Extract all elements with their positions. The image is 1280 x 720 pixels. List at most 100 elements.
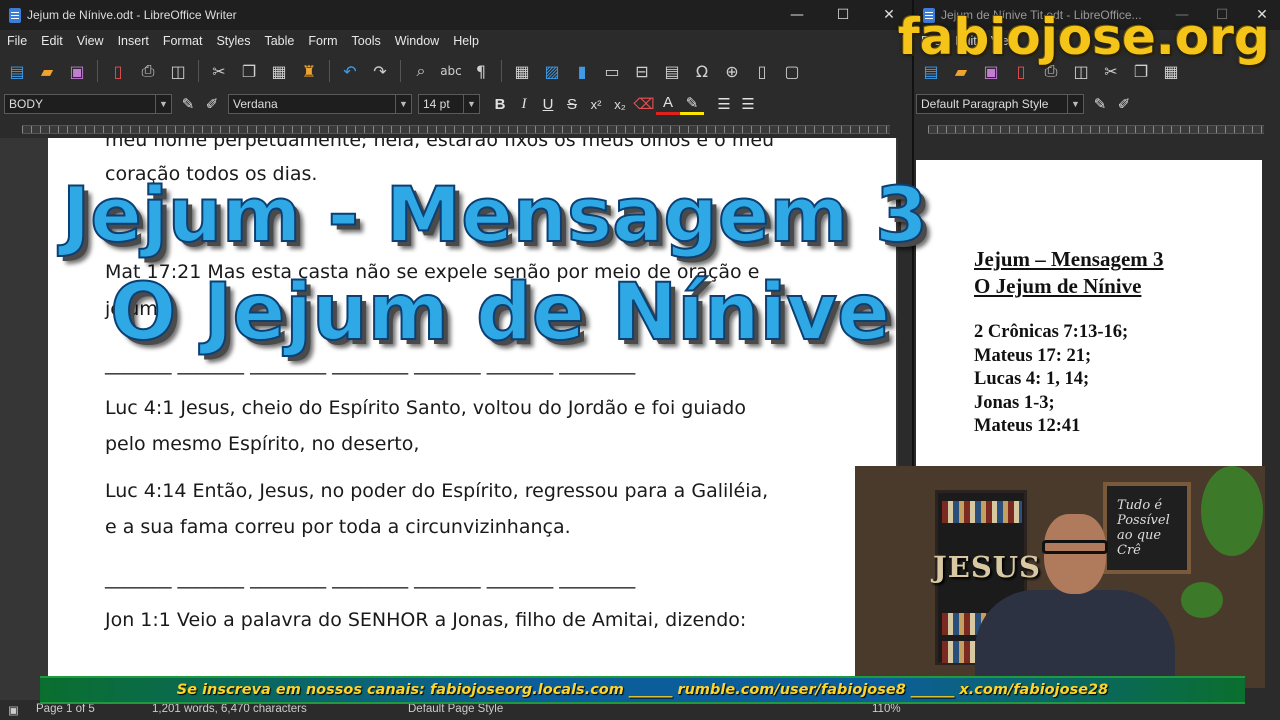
page-break-icon[interactable]: ⊟ [629, 58, 655, 84]
channel-logo: fabiojose.org [898, 8, 1270, 66]
webcam-feed: JESUS Tudo é Possível ao que Crê [855, 466, 1265, 688]
reference-list: 2 Crônicas 7:13-16; Mateus 17: 21; Lucas… [974, 321, 1128, 439]
menu-edit[interactable]: Edit [34, 34, 70, 48]
paragraph-style-select[interactable]: BODY ▼ [4, 94, 172, 114]
formatting-toolbar: BODY ▼ ✎ ✐ Verdana ▼ 14 pt ▼ B I U S x² … [0, 92, 912, 116]
comment-icon[interactable]: ▢ [779, 58, 805, 84]
menu-insert[interactable]: Insert [111, 34, 156, 48]
books-row [942, 501, 1022, 523]
insert-table-icon[interactable]: ▦ [509, 58, 535, 84]
find-replace-icon[interactable]: ⌕ [408, 58, 434, 84]
update-style-icon[interactable]: ✎ [176, 93, 200, 115]
redo-icon[interactable]: ↷ [367, 58, 393, 84]
doc-line: Luc 4:1 Jesus, cheio do Espírito Santo, … [105, 397, 746, 419]
font-size-value: 14 pt [423, 97, 450, 111]
chalkboard-line: ao que Crê [1117, 528, 1162, 558]
insert-image-icon[interactable]: ▨ [539, 58, 565, 84]
person-head [1044, 514, 1106, 594]
print-icon[interactable]: ⎙ [135, 58, 161, 84]
menu-styles[interactable]: Styles [209, 34, 257, 48]
window-controls: — ☐ ✕ [774, 0, 912, 30]
doc-line: Luc 4:14 Então, Jesus, no poder do Espír… [105, 480, 769, 502]
paragraph-style-select[interactable]: Default Paragraph Style ▼ [916, 94, 1084, 114]
bold-button[interactable]: B [488, 93, 512, 115]
hyperlink-icon[interactable]: ⊕ [719, 58, 745, 84]
chalkboard-line: Possível [1117, 513, 1170, 528]
toolbar-separator [501, 60, 502, 82]
insert-field-icon[interactable]: ▤ [659, 58, 685, 84]
save-icon[interactable]: ▣ [64, 58, 90, 84]
clone-formatting-icon[interactable]: ♜ [296, 58, 322, 84]
reference-item: Jonas 1-3; [974, 392, 1055, 413]
highlight-color-button[interactable]: ✎ [680, 93, 704, 115]
subscribe-banner: Se inscreva em nossos canais: fabiojoseo… [40, 676, 1245, 704]
print-preview-icon[interactable]: ◫ [165, 58, 191, 84]
new-style-icon[interactable]: ✐ [1112, 93, 1136, 115]
toolbar-separator [97, 60, 98, 82]
italic-button[interactable]: I [512, 93, 536, 115]
underline-button[interactable]: U [536, 93, 560, 115]
copy-icon[interactable]: ❐ [236, 58, 262, 84]
insert-textbox-icon[interactable]: ▭ [599, 58, 625, 84]
export-pdf-icon[interactable]: ▯ [105, 58, 131, 84]
update-style-icon[interactable]: ✎ [1088, 93, 1112, 115]
clear-formatting-icon[interactable]: ⌫ [632, 93, 656, 115]
paragraph-style-value: BODY [9, 97, 44, 111]
special-character-icon[interactable]: Ω [689, 58, 715, 84]
maximize-button[interactable]: ☐ [820, 0, 866, 30]
paste-icon[interactable]: ▦ [266, 58, 292, 84]
strikethrough-button[interactable]: S [560, 93, 584, 115]
doc-separator: _______ _______ ________ ________ ______… [105, 567, 636, 589]
menu-table[interactable]: Table [257, 34, 301, 48]
insert-chart-icon[interactable]: ▮ [569, 58, 595, 84]
formatting-toolbar: Default Paragraph Style ▼ ✎ ✐ [914, 92, 1280, 116]
undo-icon[interactable]: ↶ [337, 58, 363, 84]
open-folder-icon[interactable]: ▰ [34, 58, 60, 84]
page-style[interactable]: Default Page Style [408, 703, 503, 715]
formatting-marks-icon[interactable]: ¶ [468, 58, 494, 84]
menu-form[interactable]: Form [301, 34, 344, 48]
align-left-icon[interactable]: ☰ [712, 93, 736, 115]
video-title-line-1: Jejum - Mensagem 3 [61, 169, 929, 260]
zoom-level[interactable]: 110% [872, 703, 901, 715]
word-count[interactable]: 1,201 words, 6,470 characters [152, 703, 307, 715]
title-bar: Jejum de Nínive.odt - LibreOffice Writer… [0, 0, 912, 30]
ruler-scale [22, 125, 890, 134]
align-center-icon[interactable]: ☰ [736, 93, 760, 115]
font-name-select[interactable]: Verdana ▼ [228, 94, 412, 114]
reference-item: 2 Crônicas 7:13-16; [974, 322, 1129, 342]
spelling-icon[interactable]: abc [438, 58, 464, 84]
cut-icon[interactable]: ✂ [206, 58, 232, 84]
toolbar-separator [400, 60, 401, 82]
chalkboard-line: Tudo é [1117, 498, 1163, 513]
font-color-button[interactable]: A [656, 93, 680, 115]
menu-file[interactable]: File [0, 34, 34, 48]
chevron-down-icon: ▼ [155, 95, 171, 113]
horizontal-ruler[interactable] [914, 121, 1268, 137]
doc-line: Jon 1:1 Veio a palavra do SENHOR a Jonas… [105, 609, 747, 631]
subscript-button[interactable]: x₂ [608, 93, 632, 115]
standard-toolbar: ▤ ▰ ▣ ▯ ⎙ ◫ ✂ ❐ ▦ ♜ ↶ ↷ ⌕ abc ¶ ▦ ▨ ▮ ▭ … [0, 54, 912, 88]
superscript-button[interactable]: x² [584, 93, 608, 115]
doc-title: Jejum – Mensagem 3 O Jejum de Nínive [974, 246, 1164, 300]
menu-tools[interactable]: Tools [345, 34, 388, 48]
glasses [1042, 540, 1108, 554]
new-document-icon[interactable]: ▤ [4, 58, 30, 84]
chalkboard: Tudo é Possível ao que Crê [1103, 482, 1191, 574]
font-size-select[interactable]: 14 pt ▼ [418, 94, 480, 114]
new-style-icon[interactable]: ✐ [200, 93, 224, 115]
menu-help[interactable]: Help [446, 34, 486, 48]
menu-view[interactable]: View [70, 34, 111, 48]
toolbar-separator [329, 60, 330, 82]
font-name-value: Verdana [233, 97, 278, 111]
footnote-icon[interactable]: ▯ [749, 58, 775, 84]
page-count[interactable]: Page 1 of 5 [36, 703, 95, 715]
menu-bar: File Edit View Insert Format Styles Tabl… [0, 30, 912, 52]
menu-format[interactable]: Format [156, 34, 210, 48]
minimize-button[interactable]: — [774, 0, 820, 30]
document-page[interactable]: Jejum – Mensagem 3 O Jejum de Nínive 2 C… [916, 160, 1262, 470]
horizontal-ruler[interactable] [0, 121, 898, 137]
doc-title-line: O Jejum de Nínive [974, 274, 1142, 298]
menu-window[interactable]: Window [388, 34, 446, 48]
writer-window-main: Jejum de Nínive.odt - LibreOffice Writer… [0, 0, 912, 720]
